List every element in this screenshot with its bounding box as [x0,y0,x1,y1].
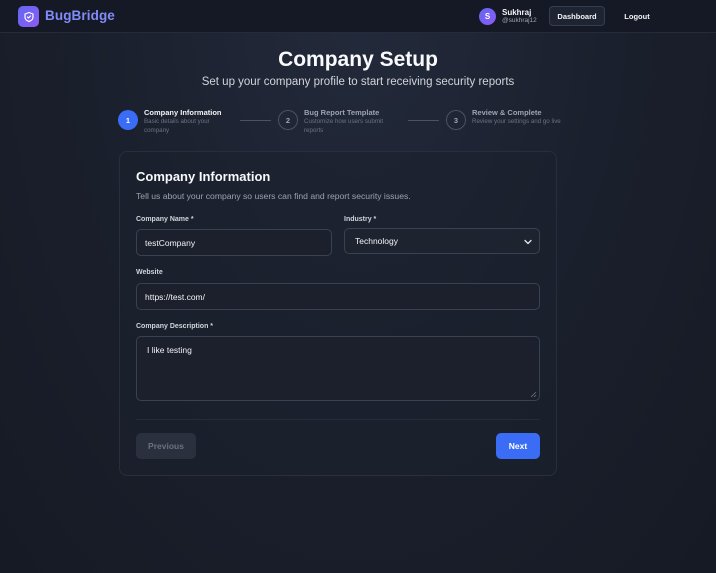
website-input[interactable]: https://test.com/ [136,283,540,310]
step-1-title: Company Information [144,108,222,117]
page-subtitle: Set up your company profile to start rec… [201,76,515,88]
company-name-label: Company Name * [136,216,194,223]
step-3-title: Review & Complete [472,108,542,117]
company-name-input[interactable]: testCompany [136,229,332,256]
app-name[interactable]: BugBridge [45,8,115,23]
resize-handle-icon[interactable] [530,391,537,398]
top-header: BugBridge S Sukhraj @sukhraj12 Dashboard… [0,0,716,33]
logout-button[interactable]: Logout [617,6,657,26]
form-description: Tell us about your company so users can … [136,191,411,201]
industry-select-value: Technology [355,236,399,246]
step-connector [240,120,271,121]
step-2-number: 2 [278,110,298,130]
step-connector [408,120,439,121]
chevron-down-icon [524,239,532,245]
previous-button[interactable]: Previous [136,433,196,459]
form-title: Company Information [136,169,271,184]
step-2-description: Customize how users submit reports [304,118,384,134]
step-3-number: 3 [446,110,466,130]
page-title: Company Setup [278,48,438,71]
industry-select[interactable]: Technology [344,228,540,254]
step-2-title: Bug Report Template [304,108,380,117]
shield-icon[interactable] [18,6,39,27]
step-1-number: 1 [118,110,138,130]
website-label: Website [136,269,163,276]
dashboard-button[interactable]: Dashboard [549,6,605,26]
company-description-label: Company Description * [136,323,214,330]
user-name: Sukhraj [502,8,532,17]
step-3-description: Review your settings and go live [472,118,561,125]
avatar[interactable]: S [479,8,496,25]
industry-label: Industry * [344,216,377,223]
company-description-value: I like testing [147,345,192,355]
company-description-textarea[interactable]: I like testing [136,336,540,401]
user-handle: @sukhraj12 [502,17,537,24]
next-button[interactable]: Next [496,433,540,459]
form-divider [136,419,540,420]
step-1-description: Basic details about your company [144,118,210,134]
